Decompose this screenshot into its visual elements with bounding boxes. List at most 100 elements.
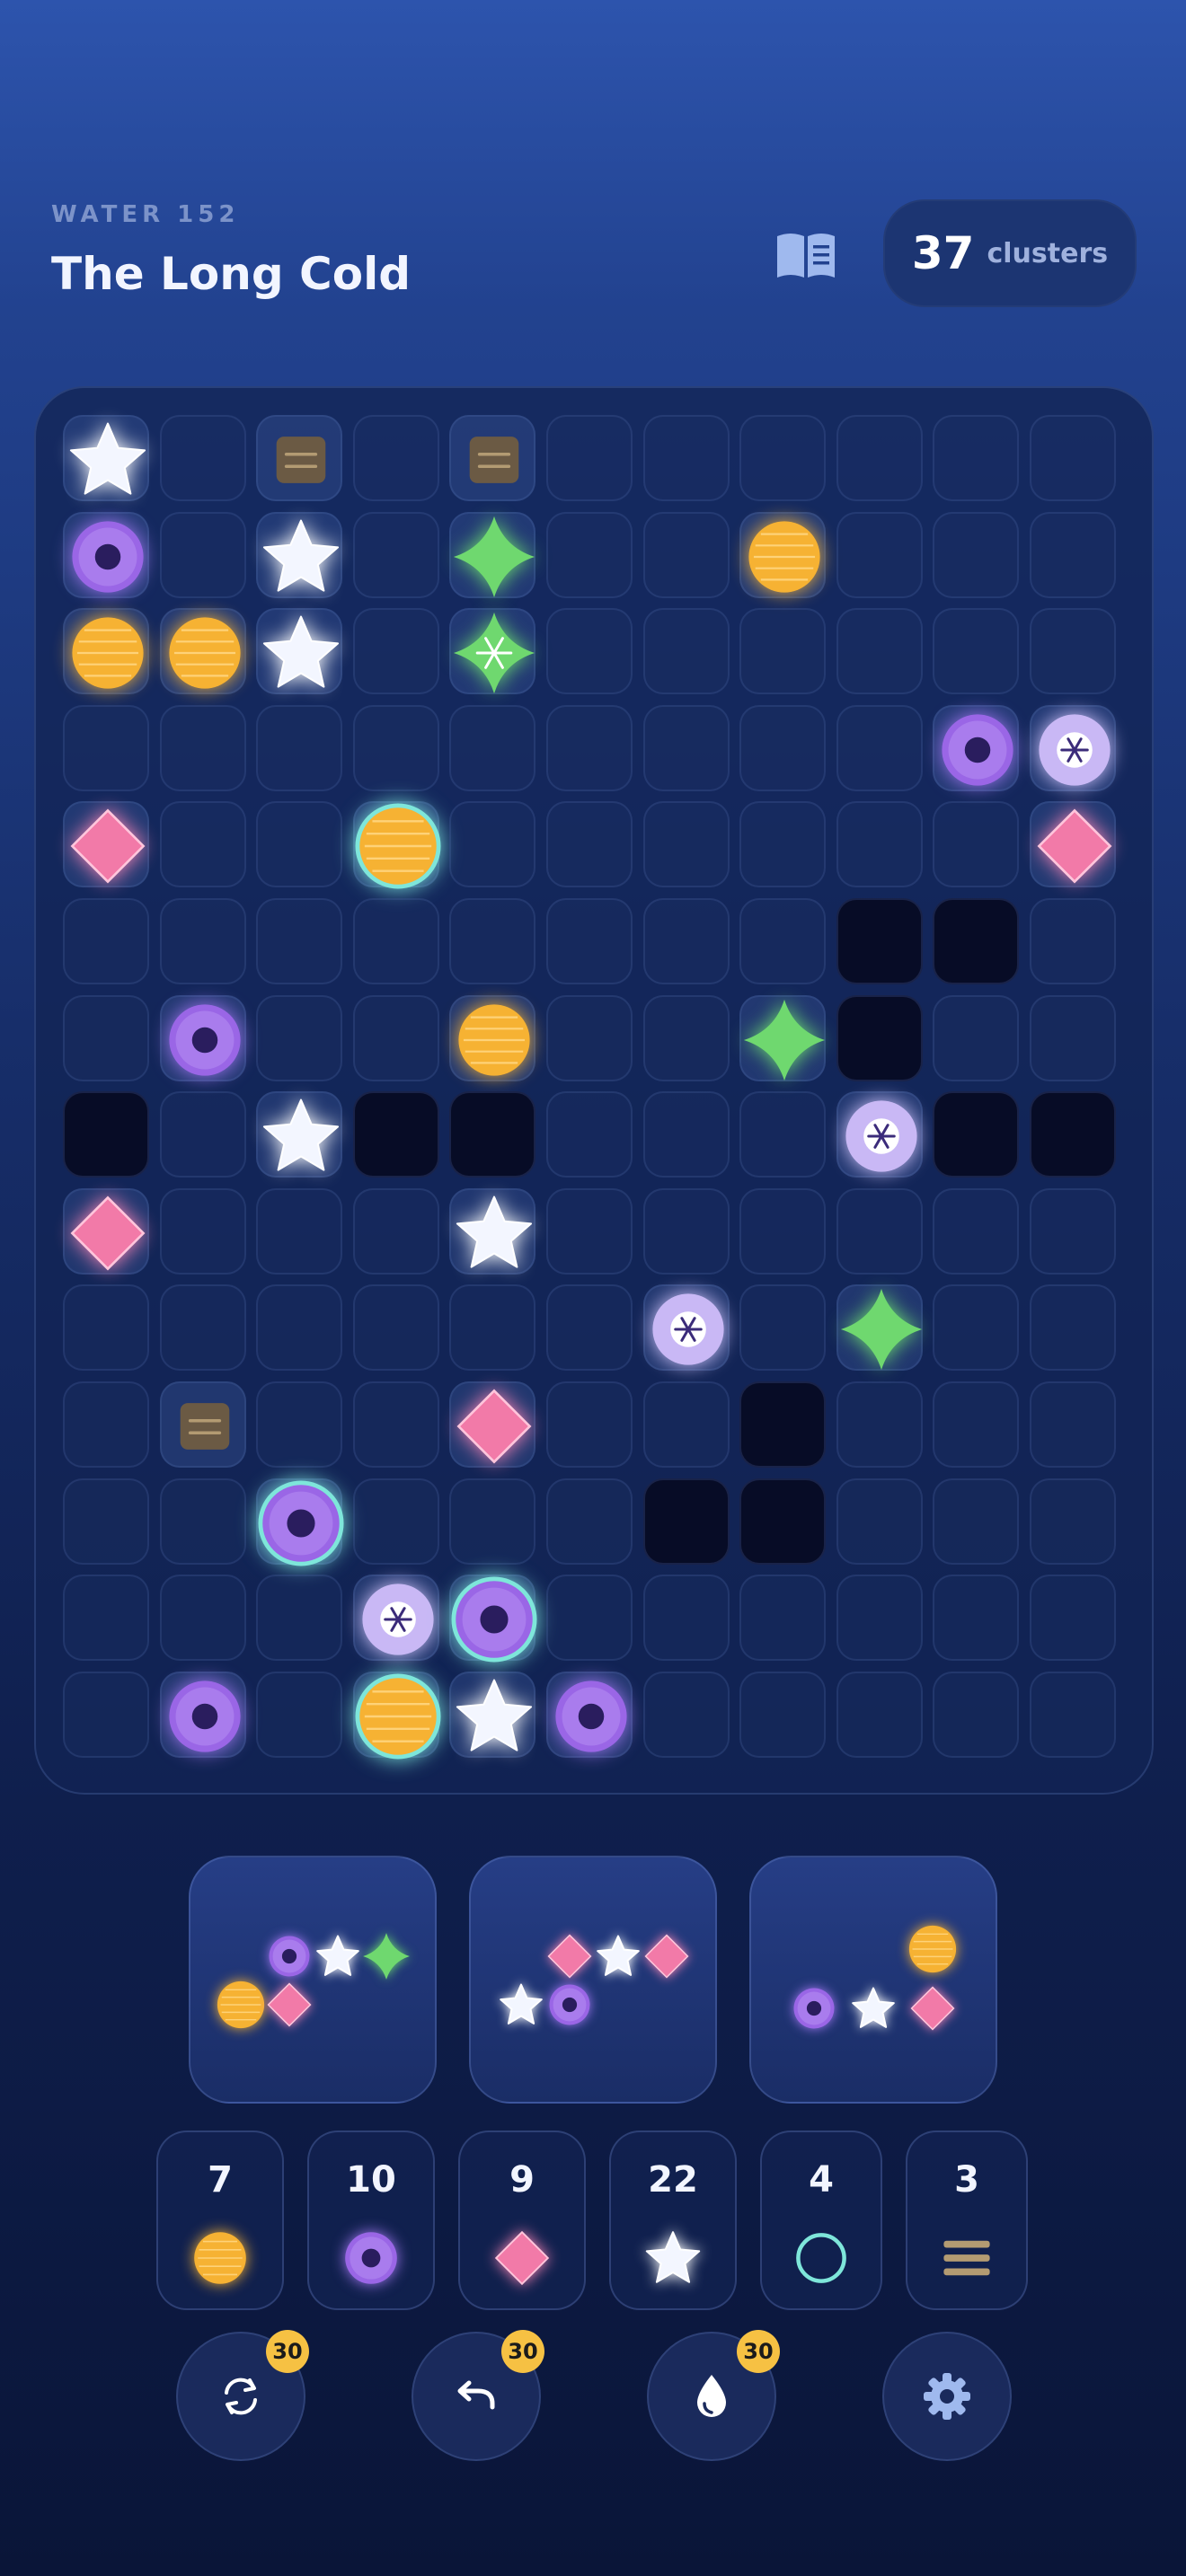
board-cell[interactable] [63, 511, 149, 598]
board-cell[interactable] [1030, 704, 1116, 791]
board-cell[interactable] [836, 1091, 923, 1178]
board-cell[interactable] [739, 994, 827, 1081]
book-button[interactable] [774, 225, 837, 287]
board-cell[interactable] [546, 1575, 633, 1662]
board-cell[interactable] [449, 801, 536, 888]
board-cell[interactable] [63, 898, 149, 984]
board-cell[interactable] [546, 801, 633, 888]
board-cell[interactable] [739, 704, 827, 791]
board-cell[interactable] [352, 1478, 439, 1565]
board-cell[interactable] [63, 1381, 149, 1468]
board-cell[interactable] [352, 704, 439, 791]
piece-tray-2[interactable] [469, 1856, 717, 2104]
board-cell[interactable] [449, 704, 536, 791]
board-cell[interactable] [1030, 1284, 1116, 1372]
board-cell[interactable] [1030, 1478, 1116, 1565]
board-cell[interactable] [546, 1091, 633, 1178]
board-cell[interactable] [739, 898, 827, 984]
board-cell[interactable] [63, 1671, 149, 1758]
board-cell[interactable] [836, 511, 923, 598]
board-cell[interactable] [449, 1671, 536, 1758]
board-cell[interactable] [352, 994, 439, 1081]
board-cell[interactable] [739, 1091, 827, 1178]
board-hole[interactable] [739, 1381, 827, 1468]
board-cell[interactable] [63, 1284, 149, 1372]
board-cell[interactable] [159, 1381, 246, 1468]
board-cell[interactable] [642, 898, 730, 984]
board-cell[interactable] [933, 1478, 1020, 1565]
board-hole[interactable] [933, 898, 1020, 984]
board-cell[interactable] [836, 1575, 923, 1662]
board-cell[interactable] [256, 1671, 343, 1758]
board-cell[interactable] [642, 1091, 730, 1178]
board-cell[interactable] [256, 1478, 344, 1566]
board-cell[interactable] [739, 1187, 827, 1275]
board-cell[interactable] [739, 608, 827, 695]
board-cell[interactable] [642, 704, 730, 791]
board-cell[interactable] [836, 1284, 923, 1372]
board-cell[interactable] [159, 898, 246, 984]
board-cell[interactable] [352, 1284, 439, 1372]
board-cell[interactable] [642, 1671, 730, 1758]
board-cell[interactable] [449, 511, 536, 598]
board-cell[interactable] [739, 1575, 827, 1662]
piece-tray-3[interactable] [749, 1856, 997, 2104]
board-cell[interactable] [449, 1284, 536, 1372]
board-cell[interactable] [836, 1187, 923, 1275]
board-cell[interactable] [256, 801, 343, 888]
board-cell[interactable] [1030, 1671, 1116, 1758]
board-cell[interactable] [933, 1575, 1020, 1662]
board-cell[interactable] [449, 1187, 536, 1275]
board-cell[interactable] [159, 1575, 246, 1662]
board-cell[interactable] [546, 511, 633, 598]
board-cell[interactable] [449, 1478, 536, 1565]
board-cell[interactable] [449, 1381, 536, 1468]
board-cell[interactable] [256, 1381, 343, 1468]
board-cell[interactable] [836, 1671, 923, 1758]
board-cell[interactable] [1030, 994, 1116, 1081]
board-cell[interactable] [933, 608, 1020, 695]
board-cell[interactable] [933, 1671, 1020, 1758]
board-cell[interactable] [933, 704, 1020, 791]
board-cell[interactable] [352, 1671, 441, 1760]
board-hole[interactable] [836, 898, 923, 984]
board-cell[interactable] [933, 1381, 1020, 1468]
board-cell[interactable] [256, 1284, 343, 1372]
board-cell[interactable] [63, 801, 149, 888]
board-hole[interactable] [642, 1478, 730, 1565]
board-cell[interactable] [933, 994, 1020, 1081]
board-cell[interactable] [739, 415, 827, 501]
board-cell[interactable] [642, 1187, 730, 1275]
board-cell[interactable] [159, 1284, 246, 1372]
board-cell[interactable] [836, 415, 923, 501]
board-cell[interactable] [546, 608, 633, 695]
board-cell[interactable] [739, 801, 827, 888]
board-cell[interactable] [933, 1284, 1020, 1372]
board-cell[interactable] [739, 1671, 827, 1758]
board-cell[interactable] [933, 1187, 1020, 1275]
board-cell[interactable] [63, 704, 149, 791]
board-cell[interactable] [159, 704, 246, 791]
board-cell[interactable] [352, 415, 439, 501]
board-cell[interactable] [63, 415, 149, 501]
board-cell[interactable] [449, 1575, 537, 1663]
board-cell[interactable] [1030, 511, 1116, 598]
board-hole[interactable] [933, 1091, 1020, 1178]
board-cell[interactable] [642, 1284, 730, 1372]
board-cell[interactable] [256, 1575, 343, 1662]
board-hole[interactable] [1030, 1091, 1116, 1178]
board-cell[interactable] [63, 1478, 149, 1565]
settings-button[interactable] [882, 2332, 1012, 2461]
drop-button[interactable]: 30 [647, 2330, 780, 2461]
board-cell[interactable] [1030, 415, 1116, 501]
board-cell[interactable] [449, 608, 536, 695]
board-cell[interactable] [933, 415, 1020, 501]
board-cell[interactable] [352, 1187, 439, 1275]
board-hole[interactable] [63, 1091, 149, 1178]
board-cell[interactable] [836, 1381, 923, 1468]
board-cell[interactable] [159, 1091, 246, 1178]
board-cell[interactable] [642, 1575, 730, 1662]
board-cell[interactable] [256, 898, 343, 984]
board-cell[interactable] [256, 511, 343, 598]
board-cell[interactable] [1030, 801, 1116, 888]
